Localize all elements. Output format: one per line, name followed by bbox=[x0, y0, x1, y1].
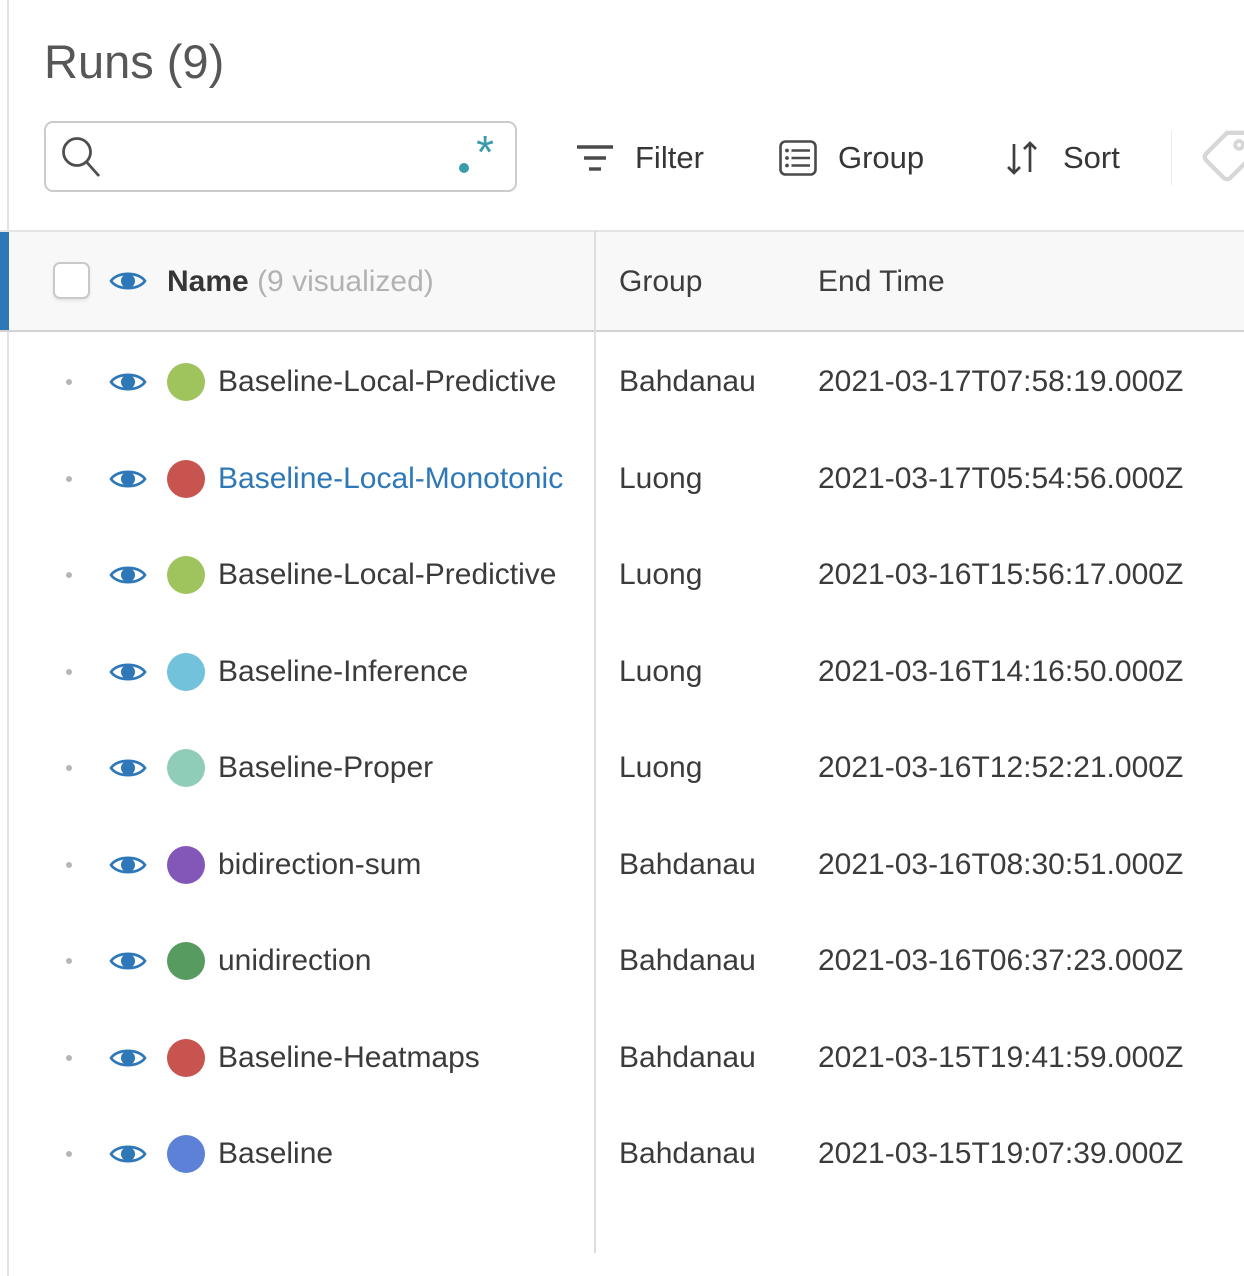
run-endtime-cell: 2021-03-16T06:37:23.000Z bbox=[818, 944, 1184, 978]
run-endtime-cell: 2021-03-16T14:16:50.000Z bbox=[818, 654, 1184, 688]
run-group-cell: Bahdanau bbox=[619, 365, 756, 399]
row-handle-dot bbox=[66, 379, 72, 386]
table-row: Baseline-Local-Monotonic Luong 2021-03-1… bbox=[0, 431, 1244, 528]
regex-toggle-button[interactable]: * bbox=[451, 123, 507, 190]
run-color-dot[interactable] bbox=[167, 652, 205, 691]
regex-asterisk-icon: * bbox=[476, 126, 494, 178]
page-title: Runs (9) bbox=[44, 35, 225, 88]
name-label-text: Name bbox=[167, 265, 249, 298]
run-name-link[interactable]: bidirection-sum bbox=[218, 848, 574, 882]
row-handle-dot bbox=[66, 861, 72, 868]
filter-button[interactable]: Filter bbox=[576, 128, 704, 188]
runs-table-body: Baseline-Local-Predictive Bahdanau 2021-… bbox=[0, 334, 1244, 1203]
run-group-cell: Bahdanau bbox=[619, 1040, 756, 1074]
table-row: Baseline Bahdanau 2021-03-15T19:07:39.00… bbox=[0, 1106, 1244, 1203]
column-header-group[interactable]: Group bbox=[619, 265, 702, 299]
visibility-eye-icon[interactable] bbox=[109, 466, 147, 492]
sort-button[interactable]: Sort bbox=[1002, 128, 1120, 188]
run-name-link[interactable]: Baseline-Local-Predictive bbox=[218, 365, 574, 399]
run-name-link[interactable]: Baseline-Heatmaps bbox=[218, 1041, 574, 1075]
run-endtime-cell: 2021-03-15T19:07:39.000Z bbox=[818, 1137, 1184, 1171]
group-label: Group bbox=[838, 140, 925, 175]
run-endtime-cell: 2021-03-16T12:52:21.000Z bbox=[818, 751, 1184, 785]
run-endtime-cell: 2021-03-16T08:30:51.000Z bbox=[818, 847, 1184, 881]
run-group-cell: Luong bbox=[619, 751, 703, 785]
filter-icon bbox=[577, 145, 613, 171]
row-handle-dot bbox=[66, 765, 72, 772]
run-color-dot[interactable] bbox=[167, 363, 205, 402]
column-header-endtime[interactable]: End Time bbox=[818, 265, 945, 299]
row-handle-dot bbox=[66, 475, 72, 482]
run-group-cell: Luong bbox=[619, 461, 703, 495]
run-group-cell: Bahdanau bbox=[619, 847, 756, 881]
visualized-count: (9 visualized) bbox=[257, 265, 434, 298]
run-color-dot[interactable] bbox=[167, 749, 205, 788]
table-row: bidirection-sum Bahdanau 2021-03-16T08:3… bbox=[0, 817, 1244, 914]
table-row: unidirection Bahdanau 2021-03-16T06:37:2… bbox=[0, 913, 1244, 1010]
table-row: Baseline-Proper Luong 2021-03-16T12:52:2… bbox=[0, 720, 1244, 817]
visibility-eye-icon[interactable] bbox=[109, 562, 147, 588]
row-handle-dot bbox=[66, 668, 72, 675]
run-name-link[interactable]: Baseline-Local-Predictive bbox=[218, 558, 574, 592]
table-row: Baseline-Local-Predictive Luong 2021-03-… bbox=[0, 527, 1244, 624]
header-accent-bar bbox=[0, 232, 9, 330]
visibility-eye-icon[interactable] bbox=[109, 852, 147, 878]
run-color-dot[interactable] bbox=[167, 1038, 205, 1077]
sort-icon bbox=[1007, 141, 1037, 175]
row-handle-dot bbox=[66, 958, 72, 965]
row-handle-dot bbox=[66, 1054, 72, 1061]
toolbar-separator bbox=[1171, 131, 1172, 185]
run-endtime-cell: 2021-03-16T15:56:17.000Z bbox=[818, 558, 1184, 592]
run-color-dot[interactable] bbox=[167, 942, 205, 981]
column-header-name[interactable]: Name (9 visualized) bbox=[167, 265, 434, 299]
run-name-link[interactable]: Baseline bbox=[218, 1137, 574, 1171]
run-group-cell: Luong bbox=[619, 558, 703, 592]
search-icon bbox=[62, 137, 101, 177]
runs-panel: Runs (9) * Filter Group Sort Name (9 vis… bbox=[0, 0, 1244, 1276]
run-group-cell: Bahdanau bbox=[619, 1137, 756, 1171]
visibility-eye-icon[interactable] bbox=[109, 948, 147, 974]
run-color-dot[interactable] bbox=[167, 845, 205, 884]
visibility-eye-icon[interactable] bbox=[109, 369, 147, 395]
regex-dot-icon bbox=[459, 163, 469, 173]
run-endtime-cell: 2021-03-17T05:54:56.000Z bbox=[818, 461, 1184, 495]
run-color-dot[interactable] bbox=[167, 1135, 205, 1174]
visibility-eye-icon[interactable] bbox=[109, 1045, 147, 1071]
row-handle-dot bbox=[66, 1151, 72, 1158]
run-color-dot[interactable] bbox=[167, 459, 205, 498]
visibility-eye-icon[interactable] bbox=[109, 1141, 147, 1167]
run-endtime-cell: 2021-03-15T19:41:59.000Z bbox=[818, 1040, 1184, 1074]
table-row: Baseline-Heatmaps Bahdanau 2021-03-15T19… bbox=[0, 1010, 1244, 1107]
visibility-all-eye-icon[interactable] bbox=[109, 268, 147, 294]
run-endtime-cell: 2021-03-17T07:58:19.000Z bbox=[818, 365, 1184, 399]
run-name-link[interactable]: Baseline-Proper bbox=[218, 751, 574, 785]
table-header-row: Name (9 visualized) Group End Time bbox=[0, 230, 1244, 332]
group-button[interactable]: Group bbox=[779, 128, 924, 188]
tag-icon bbox=[1202, 130, 1244, 182]
select-all-checkbox[interactable] bbox=[53, 262, 90, 299]
run-group-cell: Bahdanau bbox=[619, 944, 756, 978]
run-group-cell: Luong bbox=[619, 654, 703, 688]
row-handle-dot bbox=[66, 572, 72, 579]
group-icon bbox=[779, 140, 817, 176]
search-box: * bbox=[44, 121, 517, 192]
filter-label: Filter bbox=[635, 140, 704, 175]
run-name-link[interactable]: unidirection bbox=[218, 944, 574, 978]
run-color-dot[interactable] bbox=[167, 556, 205, 595]
table-row: Baseline-Inference Luong 2021-03-16T14:1… bbox=[0, 624, 1244, 721]
tag-button[interactable] bbox=[1198, 128, 1244, 186]
search-input[interactable] bbox=[108, 127, 438, 187]
visibility-eye-icon[interactable] bbox=[109, 659, 147, 685]
sort-label: Sort bbox=[1063, 140, 1120, 175]
table-row: Baseline-Local-Predictive Bahdanau 2021-… bbox=[0, 334, 1244, 431]
visibility-eye-icon[interactable] bbox=[109, 755, 147, 781]
run-name-link[interactable]: Baseline-Inference bbox=[218, 655, 574, 689]
run-name-link[interactable]: Baseline-Local-Monotonic bbox=[218, 462, 574, 496]
